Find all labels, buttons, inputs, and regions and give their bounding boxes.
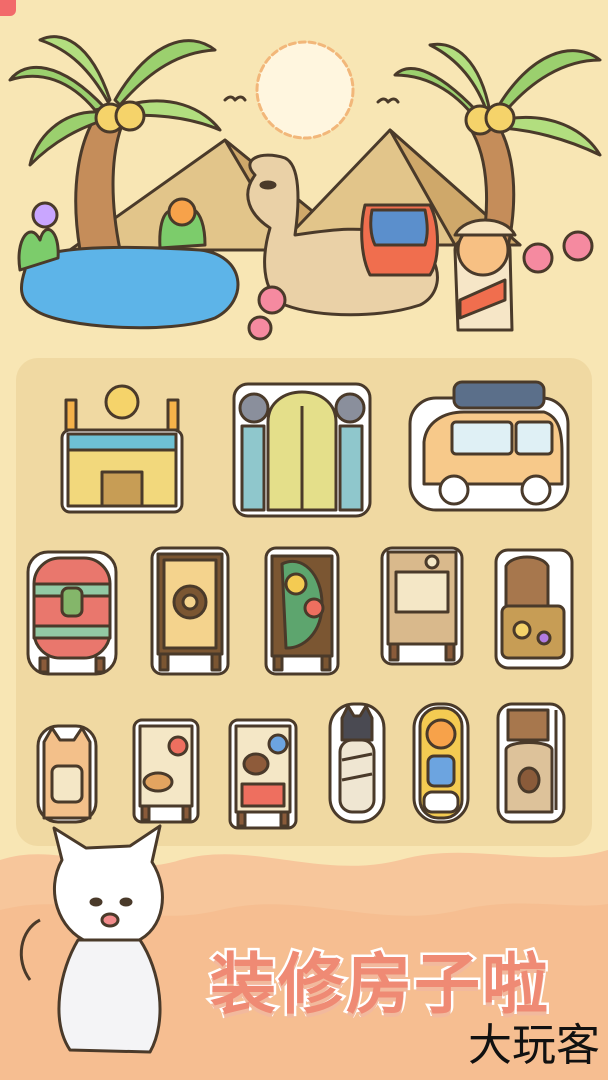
mummy-cat-icon[interactable] (326, 700, 388, 826)
cat-bus-icon[interactable] (404, 372, 574, 520)
map-board-icon[interactable] (378, 544, 466, 668)
flower-icon (562, 230, 594, 262)
sarcophagus-cat-icon[interactable] (410, 700, 472, 826)
flower-icon (257, 285, 287, 315)
sun-icon (255, 40, 355, 140)
fruit-cabinet-icon[interactable] (262, 544, 342, 678)
flower-icon (31, 201, 59, 229)
egyptian-temple-gate-icon[interactable] (48, 372, 196, 520)
bird-icon (223, 95, 247, 102)
desert-oasis-scene (8, 35, 602, 341)
treasure-chest-icon[interactable] (492, 546, 576, 672)
watermark-text: 大玩客 (468, 1020, 600, 1071)
promo-headline: 装修房子啦 (208, 944, 551, 1026)
supply-sack-icon[interactable] (494, 700, 568, 826)
patterned-wardrobe-icon[interactable] (24, 548, 120, 678)
bird-icon (376, 97, 400, 104)
sun-cabinet-icon[interactable] (148, 544, 232, 678)
gargoyle-archway-icon[interactable] (228, 372, 376, 520)
bread-shelf-icon[interactable] (130, 716, 202, 826)
flower-icon (167, 197, 197, 227)
meat-shelf-icon[interactable] (226, 716, 300, 832)
flower-icon (247, 315, 273, 341)
cat-statue-icon[interactable] (34, 722, 100, 826)
flower-icon (522, 242, 554, 274)
explorer-cat-icon (453, 218, 517, 332)
